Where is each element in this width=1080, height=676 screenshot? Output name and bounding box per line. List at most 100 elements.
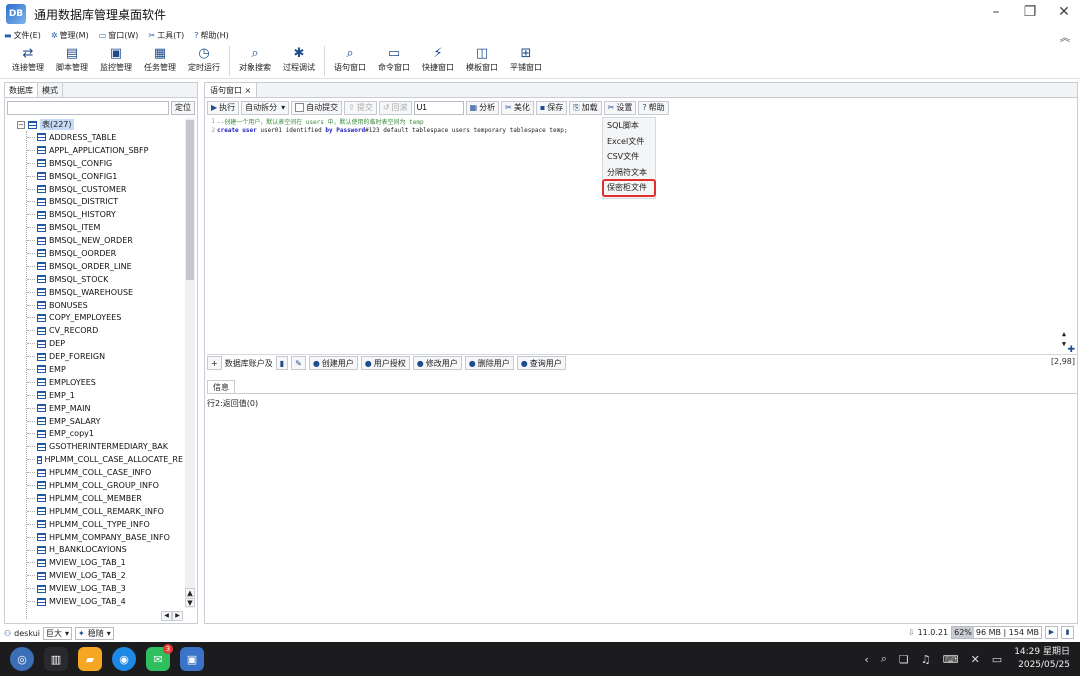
tab-statement-window[interactable]: 语句窗口 × (205, 83, 258, 97)
minimize-button[interactable]: – (988, 4, 1004, 20)
notification-icon[interactable]: ▭ (992, 653, 1002, 666)
volume-icon[interactable]: ♫ (921, 653, 931, 666)
chat-app-icon[interactable]: ✉ 3 (146, 644, 173, 671)
settings-button[interactable]: ✂ 设置 (603, 100, 637, 115)
collapse-icon[interactable]: ︽ (1060, 29, 1070, 44)
menu-item-0[interactable]: ▬ 文件(E) (4, 30, 41, 41)
load-menu-item[interactable]: 保密柜文件 (602, 179, 656, 197)
tree-table-item[interactable]: COPY_EMPLOYEES (5, 311, 183, 324)
tab-info[interactable]: 信息 (207, 380, 235, 393)
close-button[interactable]: ✕ (1056, 4, 1072, 20)
toolbar-button-9[interactable]: ⚡ 快捷窗口 (416, 43, 460, 73)
load-menu-item[interactable]: Excel文件 (603, 134, 655, 150)
keyboard-icon[interactable]: ⌨ (943, 653, 959, 666)
tree-table-item[interactable]: MVIEW_LOG_TAB_1 (5, 556, 183, 569)
tree-table-item[interactable]: APPL_APPLICATION_SBFP (5, 144, 183, 157)
tree-table-item[interactable]: BMSQL_HISTORY (5, 208, 183, 221)
tab-close-icon[interactable]: × (245, 86, 252, 95)
tree-table-item[interactable]: BMSQL_WAREHOUSE (5, 286, 183, 299)
scroll-up-icon[interactable]: ▲ (185, 588, 195, 597)
tab-database[interactable]: 数据库 (5, 83, 38, 97)
maximize-button[interactable]: ❐ (1022, 4, 1038, 20)
font-size-select[interactable]: 巨大 ▾ (43, 626, 73, 640)
launcher-icon[interactable]: ◎ (10, 647, 34, 671)
tree-table-item[interactable]: HPLMM_COLL_TYPE_INFO (5, 518, 183, 531)
toolbar-button-10[interactable]: ◫ 模板窗口 (460, 43, 504, 73)
scroll-left-icon[interactable]: ◀ (161, 611, 172, 621)
modify-user-button[interactable]: ● 修改用户 (412, 356, 462, 370)
tree-table-item[interactable]: HPLMM_COMPANY_BASE_INFO (5, 531, 183, 544)
tree-table-item[interactable]: BMSQL_DISTRICT (5, 195, 183, 208)
menu-item-4[interactable]: ? 帮助(H) (194, 30, 229, 41)
load-menu-item[interactable]: SQL脚本 (603, 118, 655, 134)
db-app-icon[interactable]: ▣ (180, 647, 204, 671)
commit-button[interactable]: ⇪ 提交 (344, 100, 377, 115)
tree-table-item[interactable]: BMSQL_OORDER (5, 247, 183, 260)
toolbar-button-3[interactable]: ▦ 任务管理 (138, 43, 182, 73)
tree-table-item[interactable]: BMSQL_NEW_ORDER (5, 234, 183, 247)
toolbar-button-4[interactable]: ◷ 定时运行 (182, 43, 226, 73)
tree-table-item[interactable]: EMP_MAIN (5, 402, 183, 415)
load-menu-item[interactable]: 分隔符文本 (603, 165, 655, 181)
clipboard-icon[interactable]: ❏ (899, 653, 909, 666)
toolbar-button-2[interactable]: ▣ 监控管理 (94, 43, 138, 73)
tree-table-item[interactable]: HPLMM_COLL_CASE_INFO (5, 466, 183, 479)
tree-table-item[interactable]: MVIEW_LOG_TAB_4 (5, 595, 183, 608)
toolbar-button-5[interactable]: ⌕ 对象搜索 (233, 43, 277, 73)
chevron-left-icon[interactable]: ‹ (864, 653, 868, 666)
tree-table-item[interactable]: EMPLOYEES (5, 376, 183, 389)
locate-input[interactable] (7, 101, 169, 115)
tree-hscroll[interactable]: ◀ ▶ (161, 611, 183, 621)
gc-play-icon[interactable]: ▶ (1045, 626, 1058, 639)
scroll-up-icon[interactable]: ▲ (1059, 329, 1069, 339)
execute-button[interactable]: ▶ 执行 (207, 100, 240, 115)
load-button[interactable]: ⎘ 加载 (569, 100, 602, 115)
network-icon[interactable]: ✕ (971, 653, 980, 666)
toolbar-button-11[interactable]: ⊞ 平铺窗口 (504, 43, 548, 73)
tree-table-item[interactable]: EMP_SALARY (5, 415, 183, 428)
delete-user-button[interactable]: ● 删除用户 (464, 356, 514, 370)
tree-table-item[interactable]: BMSQL_CUSTOMER (5, 183, 183, 196)
tree-table-item[interactable]: MVIEW_LOG_TAB_2 (5, 569, 183, 582)
tree-table-item[interactable]: GSOTHERINTERMEDIARY_BAK (5, 440, 183, 453)
tree-table-item[interactable]: DEP (5, 337, 183, 350)
tree-table-item[interactable]: CV_RECORD (5, 324, 183, 337)
help-button[interactable]: ? 帮助 (638, 100, 669, 115)
tree-table-item[interactable]: EMP (5, 363, 183, 376)
search-icon[interactable]: ⌕ (881, 652, 887, 666)
clock[interactable]: 14:29 星期日 2025/05/25 (1014, 646, 1070, 672)
edit-icon-button[interactable]: ✎ (291, 356, 306, 370)
tree-table-item[interactable]: BMSQL_ITEM (5, 221, 183, 234)
delete-icon-button[interactable]: ▮ (275, 356, 289, 370)
scroll-right-icon[interactable]: ▶ (172, 611, 183, 621)
tree-table-item[interactable]: HPLMM_COLL_MEMBER (5, 492, 183, 505)
multitask-icon[interactable]: ▥ (44, 647, 68, 671)
collapse-node-icon[interactable]: − (17, 120, 25, 129)
menu-item-1[interactable]: ✲ 管理(M) (51, 30, 89, 41)
toolbar-button-6[interactable]: ✱ 过程调试 (277, 43, 321, 73)
tree-table-item[interactable]: HPLMM_COLL_GROUP_INFO (5, 479, 183, 492)
split-select[interactable]: 自动拆分 ▾ (241, 100, 290, 115)
browser-app-icon[interactable]: ◉ (112, 647, 136, 671)
load-menu-item[interactable]: CSV文件 (603, 149, 655, 165)
user-input[interactable] (413, 100, 464, 115)
tree-table-item[interactable]: HPLMM_COLL_REMARK_INFO (5, 505, 183, 518)
create-user-button[interactable]: ● 创建用户 (308, 356, 358, 370)
add-button[interactable]: + (207, 356, 222, 370)
toolbar-button-7[interactable]: ⌕ 语句窗口 (328, 43, 372, 73)
tree-table-item[interactable]: H_BANKLOCAYIONS (5, 544, 183, 557)
scroll-thumb[interactable] (186, 120, 194, 280)
menu-item-3[interactable]: ✂ 工具(T) (148, 30, 184, 41)
tree-table-item[interactable]: BMSQL_CONFIG1 (5, 170, 183, 183)
toolbar-button-0[interactable]: ⇄ 连接管理 (6, 43, 50, 73)
scroll-down-icon[interactable]: ▼ (185, 598, 195, 607)
tree-table-item[interactable]: DEP_FOREIGN (5, 350, 183, 363)
tree-table-item[interactable]: MVIEW_LOG_TAB_3 (5, 582, 183, 595)
trash-icon[interactable]: ▮ (1061, 626, 1074, 639)
mode-select[interactable]: ✦ 稳随 ▾ (75, 626, 114, 640)
tab-schema[interactable]: 模式 (38, 83, 63, 97)
tree-table-item[interactable]: EMP_1 (5, 389, 183, 402)
locate-button[interactable]: 定位 (171, 101, 195, 115)
tree-scrollbar[interactable]: ▲ ▼ (185, 118, 195, 608)
tree-table-item[interactable]: ADDRESS_TABLE (5, 131, 183, 144)
